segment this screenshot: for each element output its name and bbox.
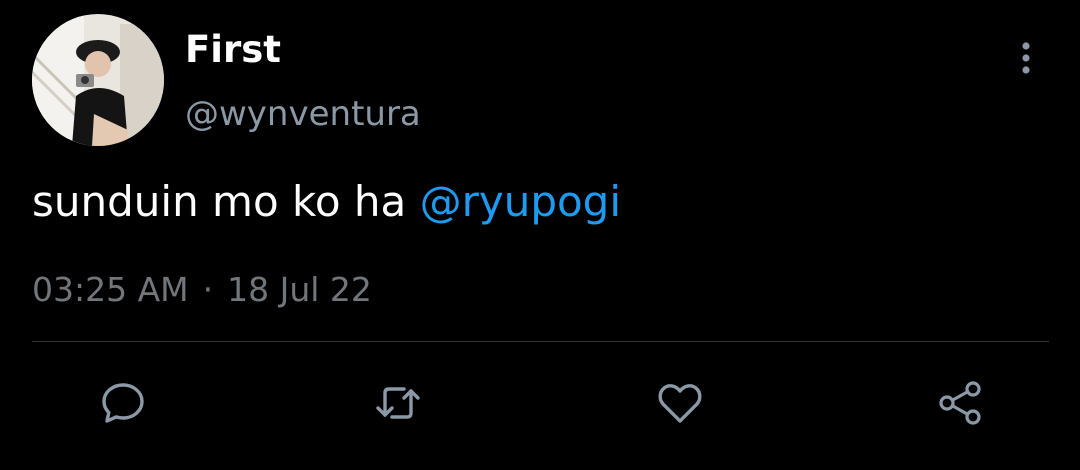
- avatar[interactable]: [32, 14, 164, 146]
- display-name[interactable]: First: [185, 28, 281, 72]
- tweet-text-body: sunduin mo ko ha: [32, 177, 420, 226]
- tweet-time: 03:25 AM: [32, 270, 189, 309]
- divider: [32, 341, 1049, 342]
- retweet-button[interactable]: [372, 377, 424, 429]
- tweet-timestamp: 03:25 AM · 18 Jul 22: [32, 267, 372, 313]
- share-button[interactable]: [935, 377, 987, 429]
- heart-icon: [658, 384, 702, 423]
- reply-button[interactable]: [97, 377, 149, 429]
- share-icon: [939, 381, 981, 425]
- user-handle[interactable]: @wynventura: [185, 92, 421, 136]
- mention-link[interactable]: @ryupogi: [420, 177, 621, 226]
- retweet-icon: [376, 387, 420, 419]
- reply-bubble-icon: [102, 383, 144, 423]
- like-button[interactable]: [654, 377, 706, 429]
- more-vertical-icon: [1022, 42, 1030, 74]
- avatar-photo: [32, 14, 164, 146]
- tweet-text: sunduin mo ko ha @ryupogi: [32, 175, 621, 229]
- more-options-button[interactable]: [1008, 38, 1044, 78]
- tweet-date: 18 Jul 22: [227, 270, 372, 309]
- meta-separator: ·: [202, 270, 214, 309]
